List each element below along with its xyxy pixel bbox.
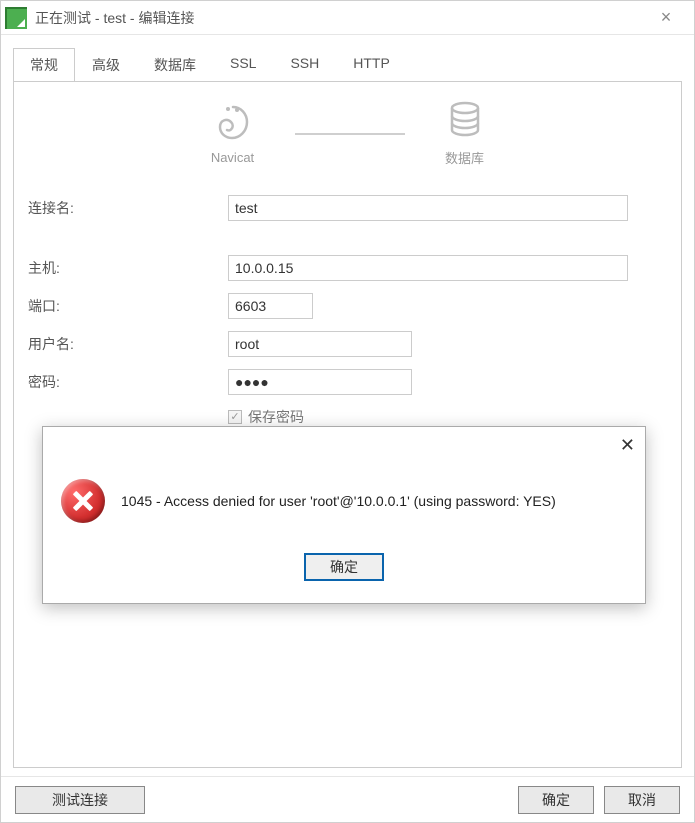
diagram-client-label: Navicat [211, 150, 254, 165]
connection-diagram: Navicat 数据库 [28, 100, 667, 167]
diagram-database-label: 数据库 [445, 148, 484, 167]
cancel-button[interactable]: 取消 [604, 786, 680, 814]
tab-content: Navicat 数据库 连接名: [13, 81, 682, 768]
connection-name-label: 连接名: [28, 198, 228, 218]
tab-http[interactable]: HTTP [336, 48, 407, 82]
test-connection-button[interactable]: 测试连接 [15, 786, 145, 814]
error-icon [61, 479, 105, 523]
window-title: 正在测试 - test - 编辑连接 [35, 8, 646, 28]
password-label: 密码: [28, 372, 228, 392]
error-message: 1045 - Access denied for user 'root'@'10… [121, 493, 556, 509]
row-save-password: ✓ 保存密码 [228, 407, 667, 427]
port-input[interactable] [228, 293, 313, 319]
row-connection-name: 连接名: [28, 195, 667, 221]
row-port: 端口: [28, 293, 667, 319]
host-label: 主机: [28, 258, 228, 278]
navicat-icon [211, 102, 255, 142]
host-input[interactable] [228, 255, 628, 281]
titlebar: 正在测试 - test - 编辑连接 × [1, 1, 694, 35]
database-icon [445, 100, 485, 140]
app-icon [5, 7, 27, 29]
row-password: 密码: [28, 369, 667, 395]
tab-ssl[interactable]: SSL [213, 48, 273, 82]
tab-ssh[interactable]: SSH [273, 48, 336, 82]
error-dialog: ✕ 1045 - Access denied for user 'root'@'… [42, 426, 646, 604]
ok-button[interactable]: 确定 [518, 786, 594, 814]
dialog-window: 正在测试 - test - 编辑连接 × 常规 高级 数据库 SSL SSH H… [0, 0, 695, 823]
dialog-footer: 测试连接 确定 取消 [1, 776, 694, 822]
tab-general[interactable]: 常规 [13, 48, 75, 82]
save-password-checkbox[interactable]: ✓ [228, 410, 242, 424]
window-close-button[interactable]: × [646, 7, 686, 28]
error-dialog-ok-button[interactable]: 确定 [304, 553, 384, 581]
connection-name-input[interactable] [228, 195, 628, 221]
diagram-database: 数据库 [445, 100, 485, 167]
error-dialog-close-button[interactable]: ✕ [620, 435, 635, 456]
port-label: 端口: [28, 296, 228, 316]
diagram-separator [295, 133, 405, 135]
row-host: 主机: [28, 255, 667, 281]
row-username: 用户名: [28, 331, 667, 357]
save-password-label: 保存密码 [248, 407, 304, 427]
diagram-client: Navicat [211, 102, 255, 165]
username-input[interactable] [228, 331, 412, 357]
password-input[interactable] [228, 369, 412, 395]
username-label: 用户名: [28, 334, 228, 354]
tab-bar: 常规 高级 数据库 SSL SSH HTTP [1, 35, 694, 81]
tab-advanced[interactable]: 高级 [75, 48, 137, 82]
tab-database[interactable]: 数据库 [137, 48, 213, 82]
